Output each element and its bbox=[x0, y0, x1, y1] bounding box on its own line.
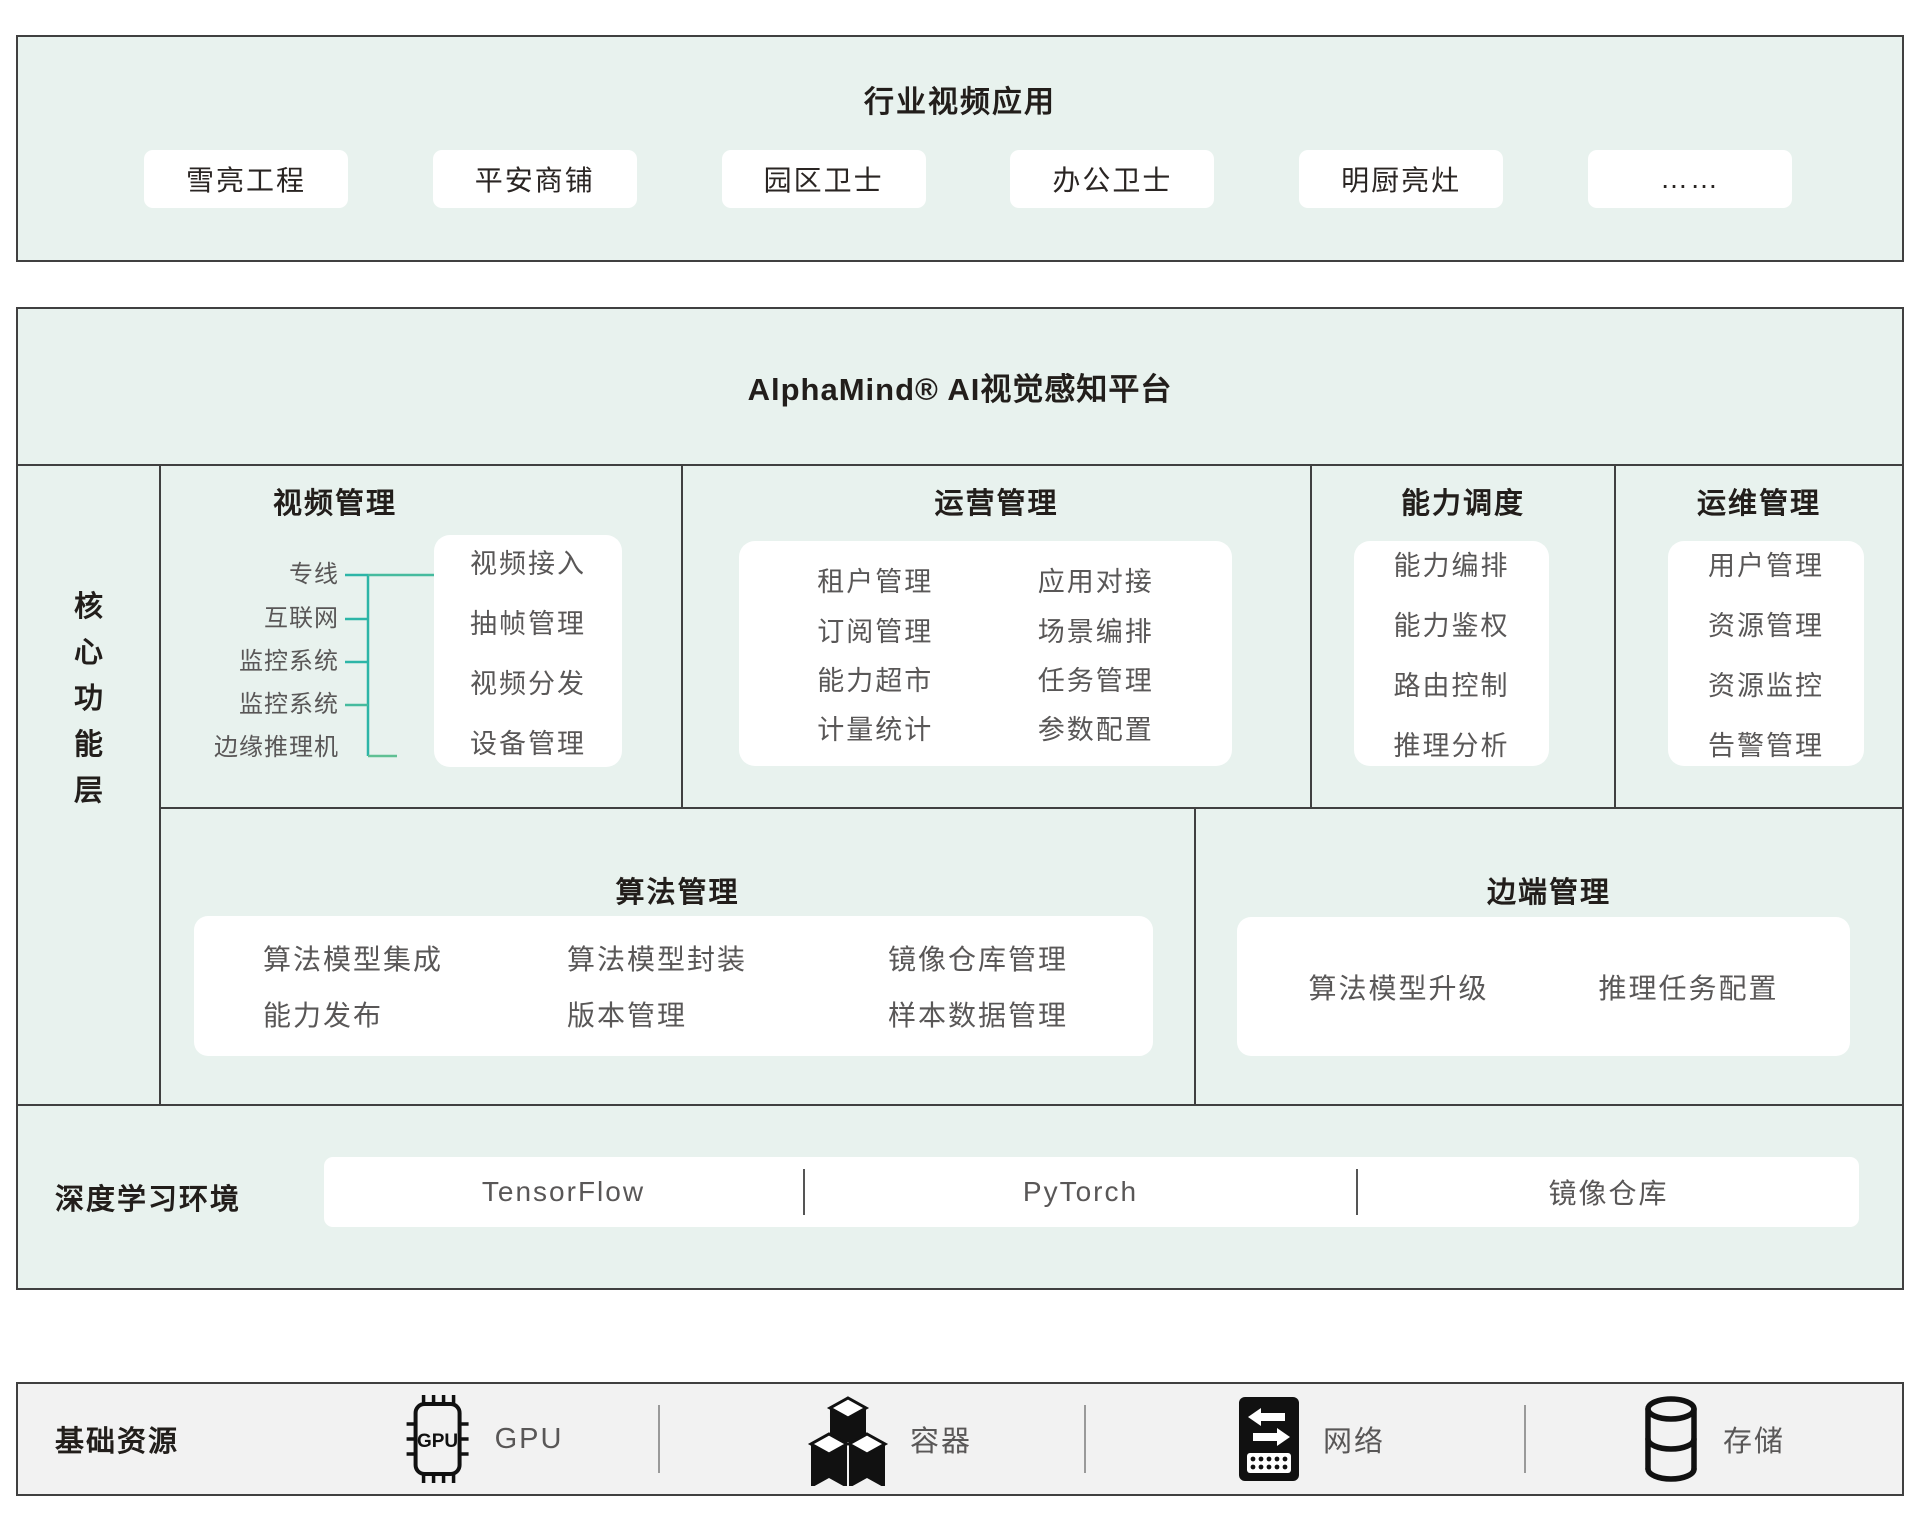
ops-function: 任务管理 bbox=[1038, 659, 1154, 698]
algo-function: 算法模型封装 bbox=[567, 938, 888, 978]
app-chip: 平安商铺 bbox=[433, 150, 637, 208]
divider bbox=[658, 1405, 660, 1473]
edge-function: 算法模型升级 bbox=[1308, 967, 1488, 1007]
infra-item-label: 存储 bbox=[1723, 1418, 1785, 1460]
divider bbox=[1084, 1405, 1086, 1473]
om-function: 资源监控 bbox=[1708, 664, 1824, 703]
video-function: 视频接入 bbox=[470, 542, 586, 581]
infra-item-label: 容器 bbox=[910, 1418, 972, 1460]
video-function: 设备管理 bbox=[470, 722, 586, 761]
app-chip: 办公卫士 bbox=[1010, 150, 1214, 208]
app-chip: 园区卫士 bbox=[722, 150, 926, 208]
divider bbox=[1524, 1405, 1526, 1473]
module-edge-mgmt: 边端管理 算法模型升级 推理任务配置 bbox=[1196, 809, 1902, 1103]
module-video-mgmt: 视频管理 专线 互联网 监控系统 监控系统 bbox=[161, 466, 683, 807]
module-row-top: 视频管理 专线 互联网 监控系统 监控系统 bbox=[161, 466, 1902, 809]
algo-function: 算法模型集成 bbox=[263, 938, 567, 978]
infra-item-container: 容器 bbox=[806, 1392, 972, 1486]
app-chip: 明厨亮灶 bbox=[1299, 150, 1503, 208]
video-function: 抽帧管理 bbox=[470, 602, 586, 641]
ops-function: 参数配置 bbox=[1038, 708, 1154, 747]
capability-function: 推理分析 bbox=[1394, 724, 1510, 763]
ops-mgmt-title: 运营管理 bbox=[683, 480, 1310, 522]
dl-framework: 镜像仓库 bbox=[1358, 1172, 1859, 1212]
ops-function: 场景编排 bbox=[1038, 610, 1154, 649]
module-ops-mgmt: 运营管理 租户管理 应用对接 订阅管理 场景编排 能力超市 任务管理 计量统计 … bbox=[683, 466, 1312, 807]
infra-item-label: GPU bbox=[495, 1423, 564, 1456]
edge-mgmt-title: 边端管理 bbox=[1196, 869, 1902, 911]
ops-function: 应用对接 bbox=[1038, 560, 1154, 599]
video-functions-card: 视频接入 抽帧管理 视频分发 设备管理 bbox=[434, 535, 622, 767]
video-source: 监控系统 bbox=[161, 690, 339, 720]
edge-function: 推理任务配置 bbox=[1599, 967, 1779, 1007]
dl-framework: PyTorch bbox=[805, 1176, 1356, 1208]
gpu-chip-icon: GPU bbox=[401, 1393, 475, 1485]
edge-functions-card: 算法模型升级 推理任务配置 bbox=[1237, 917, 1850, 1056]
industry-apps-row: 雪亮工程 平安商铺 园区卫士 办公卫士 明厨亮灶 …… bbox=[18, 150, 1902, 208]
infra-panel: 基础资源 GPU GPU bbox=[16, 1382, 1904, 1496]
infra-item-network: 网络 bbox=[1235, 1393, 1385, 1485]
infra-item-label: 网络 bbox=[1323, 1418, 1385, 1460]
om-mgmt-title: 运维管理 bbox=[1616, 480, 1902, 522]
algo-function: 能力发布 bbox=[263, 994, 567, 1034]
om-functions-card: 用户管理 资源管理 资源监控 告警管理 bbox=[1668, 541, 1864, 766]
video-source: 专线 bbox=[161, 560, 339, 590]
om-function: 资源管理 bbox=[1708, 604, 1824, 643]
capability-function: 能力编排 bbox=[1394, 544, 1510, 583]
container-cubes-icon bbox=[806, 1392, 890, 1486]
deep-learning-env-bar: TensorFlow PyTorch 镜像仓库 bbox=[324, 1157, 1859, 1227]
algo-functions-card: 算法模型集成 算法模型封装 镜像仓库管理 能力发布 版本管理 样本数据管理 bbox=[194, 916, 1153, 1056]
deep-learning-env-row: 深度学习环境 TensorFlow PyTorch 镜像仓库 bbox=[18, 1106, 1902, 1288]
om-function: 告警管理 bbox=[1708, 724, 1824, 763]
algo-function: 版本管理 bbox=[567, 994, 888, 1034]
algo-function: 镜像仓库管理 bbox=[888, 938, 1153, 978]
module-capability-sched: 能力调度 能力编排 能力鉴权 路由控制 推理分析 bbox=[1312, 466, 1616, 807]
capability-functions-card: 能力编排 能力鉴权 路由控制 推理分析 bbox=[1354, 541, 1549, 766]
deep-learning-env-label: 深度学习环境 bbox=[55, 1176, 241, 1218]
ops-function: 能力超市 bbox=[817, 659, 933, 698]
industry-apps-panel: 行业视频应用 雪亮工程 平安商铺 园区卫士 办公卫士 明厨亮灶 …… bbox=[16, 35, 1904, 262]
capability-function: 路由控制 bbox=[1394, 664, 1510, 703]
network-switch-icon bbox=[1235, 1393, 1303, 1485]
platform-title: AlphaMind® AI视觉感知平台 bbox=[18, 309, 1902, 466]
module-algo-mgmt: 算法管理 算法模型集成 算法模型封装 镜像仓库管理 能力发布 版本管理 样本数据… bbox=[161, 809, 1196, 1103]
app-chip: 雪亮工程 bbox=[144, 150, 348, 208]
ops-functions-card: 租户管理 应用对接 订阅管理 场景编排 能力超市 任务管理 计量统计 参数配置 bbox=[739, 541, 1232, 766]
core-layer-sidebar: 核心功能层 bbox=[18, 466, 161, 1103]
ops-function: 订阅管理 bbox=[817, 610, 933, 649]
storage-database-icon bbox=[1639, 1393, 1703, 1485]
capability-function: 能力鉴权 bbox=[1394, 604, 1510, 643]
platform-panel: AlphaMind® AI视觉感知平台 核心功能层 视频管理 bbox=[16, 307, 1904, 1290]
om-function: 用户管理 bbox=[1708, 544, 1824, 583]
core-function-area: 核心功能层 视频管理 bbox=[18, 466, 1902, 1105]
capability-sched-title: 能力调度 bbox=[1312, 480, 1614, 522]
app-chip-more: …… bbox=[1588, 150, 1792, 208]
algo-function: 样本数据管理 bbox=[888, 994, 1153, 1034]
svg-text:GPU: GPU bbox=[417, 1431, 458, 1452]
dl-framework: TensorFlow bbox=[324, 1176, 803, 1208]
video-source: 互联网 bbox=[161, 604, 339, 634]
core-layer-label: 核心功能层 bbox=[73, 584, 104, 814]
video-source: 边缘推理机 bbox=[161, 733, 339, 763]
ops-function: 计量统计 bbox=[817, 708, 933, 747]
module-row-bottom: 算法管理 算法模型集成 算法模型封装 镜像仓库管理 能力发布 版本管理 样本数据… bbox=[161, 809, 1902, 1103]
video-source: 监控系统 bbox=[161, 647, 339, 677]
infra-label: 基础资源 bbox=[55, 1418, 179, 1460]
infra-item-gpu: GPU GPU bbox=[401, 1393, 564, 1485]
industry-apps-title: 行业视频应用 bbox=[18, 77, 1902, 121]
algo-mgmt-title: 算法管理 bbox=[161, 869, 1194, 911]
infra-item-storage: 存储 bbox=[1639, 1393, 1785, 1485]
architecture-diagram: 行业视频应用 雪亮工程 平安商铺 园区卫士 办公卫士 明厨亮灶 …… Alpha… bbox=[0, 0, 1920, 1522]
video-function: 视频分发 bbox=[470, 662, 586, 701]
module-om-mgmt: 运维管理 用户管理 资源管理 资源监控 告警管理 bbox=[1616, 466, 1902, 807]
ops-function: 租户管理 bbox=[817, 560, 933, 599]
